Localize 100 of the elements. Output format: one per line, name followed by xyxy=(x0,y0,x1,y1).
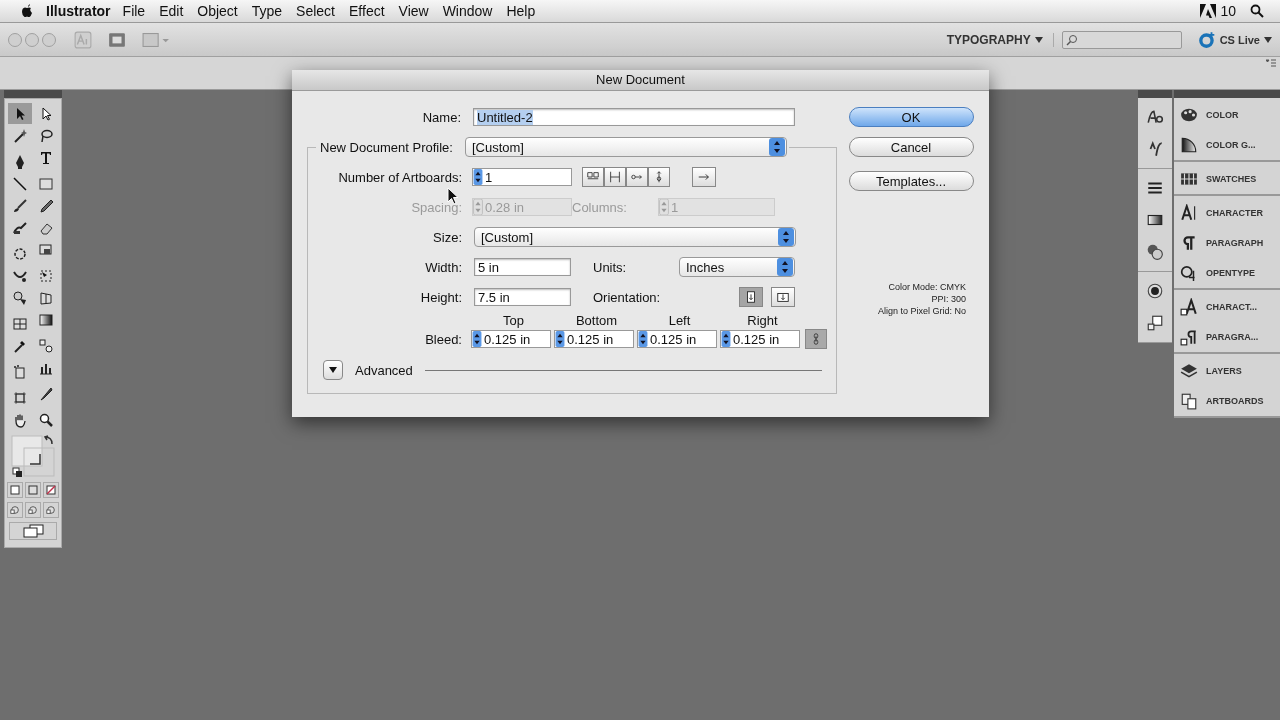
search-field[interactable] xyxy=(1061,30,1182,49)
templates-button[interactable]: Templates... xyxy=(848,171,974,191)
transparency-icon[interactable] xyxy=(1146,243,1164,261)
height-field[interactable]: 7.5 in xyxy=(474,288,571,306)
knife-icon xyxy=(38,385,54,402)
panel-tab[interactable]: CHARACT... xyxy=(1174,298,1280,316)
panel-tab[interactable]: CHARACTER xyxy=(1174,204,1280,222)
field-label: Name: xyxy=(421,109,462,125)
artboards-icon xyxy=(1180,392,1198,410)
name-field[interactable]: Untitled-2 xyxy=(473,108,795,126)
draw-mode-icon xyxy=(46,505,56,515)
color-button[interactable] xyxy=(7,482,23,498)
free-transform-icon xyxy=(38,267,54,284)
field-label: New Document Profile: xyxy=(320,139,454,155)
stepper-arrows-icon xyxy=(778,228,794,246)
layout-direction-button[interactable] xyxy=(692,167,716,187)
ok-button[interactable]: OK xyxy=(848,107,974,127)
bridge-icon[interactable] xyxy=(108,30,126,49)
none-button[interactable] xyxy=(43,482,59,498)
field-label: Spacing: xyxy=(410,199,463,215)
cs-live-menu[interactable]: CS Live xyxy=(1197,30,1272,49)
search-icon[interactable] xyxy=(1250,4,1264,18)
draw-mode-button[interactable] xyxy=(25,502,41,518)
units-dropdown[interactable]: Inches xyxy=(679,257,795,277)
paragraph-style-icon xyxy=(1180,328,1198,346)
field-label: Size: xyxy=(432,229,463,245)
bleed-field[interactable]: 0.125 in xyxy=(637,330,717,348)
field-label: Orientation: xyxy=(593,289,662,305)
lasso-icon xyxy=(38,127,54,144)
layout-button[interactable] xyxy=(626,167,648,187)
landscape-button[interactable] xyxy=(771,287,795,307)
bleed-field[interactable]: 0.125 in xyxy=(471,330,551,348)
panel-tab[interactable]: PARAGRAPH xyxy=(1174,234,1280,252)
palette-icon xyxy=(1180,106,1198,124)
dialog-title: New Document xyxy=(292,70,989,91)
menu-item[interactable]: View xyxy=(398,3,429,19)
adobe-icon[interactable] xyxy=(1200,4,1217,18)
panel-tab[interactable]: LAYERS xyxy=(1174,362,1280,380)
draw-mode-icon xyxy=(10,505,20,515)
screen-mode-button[interactable] xyxy=(9,522,57,540)
menu-item[interactable]: Select xyxy=(296,3,335,19)
field-label: Units: xyxy=(593,259,628,275)
rotate-icon xyxy=(12,245,28,262)
tool-button[interactable] xyxy=(8,103,32,124)
menu-item[interactable]: Type xyxy=(251,3,283,19)
menu-item[interactable]: Object xyxy=(197,3,238,19)
draw-mode-icon xyxy=(28,505,38,515)
typography-icon[interactable] xyxy=(1146,108,1164,126)
stepper-icon xyxy=(473,169,483,185)
gradient-button[interactable] xyxy=(25,482,41,498)
panel-tab[interactable]: ARTBOARDS xyxy=(1174,392,1280,410)
perspective-grid-icon xyxy=(38,289,54,306)
layout-button[interactable] xyxy=(582,167,604,187)
panel-menu-icon[interactable] xyxy=(1266,59,1276,67)
portrait-button[interactable] xyxy=(739,287,763,307)
field-label: Width: xyxy=(424,259,463,275)
menu-item[interactable]: Effect xyxy=(349,3,385,19)
caret-icon xyxy=(1264,36,1272,43)
caret-icon xyxy=(1034,36,1043,43)
draw-mode-button[interactable] xyxy=(7,502,23,518)
draw-mode-button[interactable] xyxy=(43,502,59,518)
menu-item[interactable]: File xyxy=(122,3,146,19)
menu-item[interactable]: Window xyxy=(442,3,493,19)
menu-item[interactable]: Edit xyxy=(159,3,184,19)
panel-tab[interactable]: PARAGRA... xyxy=(1174,328,1280,346)
appearance-icon[interactable] xyxy=(1146,282,1164,300)
profile-dropdown[interactable]: [Custom] xyxy=(464,137,787,157)
panel-tab[interactable]: OPENTYPE xyxy=(1174,264,1280,282)
link-bleed-button[interactable] xyxy=(805,329,827,349)
column-heading: Bottom xyxy=(574,314,619,328)
menu-item[interactable]: Help xyxy=(506,3,536,19)
column-heading: Left xyxy=(667,314,692,328)
swatches-icon xyxy=(1180,170,1198,188)
width-field[interactable]: 5 in xyxy=(474,258,571,276)
screen-mode-icon xyxy=(21,524,45,538)
layout-button[interactable] xyxy=(648,167,670,187)
stepper-icon xyxy=(659,199,669,215)
apple-icon[interactable] xyxy=(20,3,34,19)
disclosure-button[interactable] xyxy=(323,360,343,380)
bleed-field[interactable]: 0.125 in xyxy=(720,330,800,348)
app-menu[interactable]: Illustrator xyxy=(46,3,111,19)
wand-icon xyxy=(12,127,28,144)
triangle-icon xyxy=(328,366,338,374)
artboards-field[interactable]: 1 xyxy=(472,168,572,186)
panel-tab[interactable]: COLOR xyxy=(1174,106,1280,124)
layout-button[interactable] xyxy=(604,167,626,187)
info-text: Color Mode: CMYK xyxy=(888,281,966,293)
panel-tab[interactable]: COLOR G... xyxy=(1174,136,1280,154)
cancel-button[interactable]: Cancel xyxy=(848,137,974,157)
pencil-icon xyxy=(38,197,54,214)
size-dropdown[interactable]: [Custom] xyxy=(474,227,796,247)
mesh-icon xyxy=(12,315,28,332)
square-icon xyxy=(28,485,38,495)
stepper-icon xyxy=(473,199,483,215)
fill-stroke-icon[interactable] xyxy=(10,434,56,478)
workspace-switcher[interactable]: TYPOGRAPHY xyxy=(946,32,1054,47)
scale-icon xyxy=(38,241,54,258)
bleed-field[interactable]: 0.125 in xyxy=(554,330,634,348)
symbols-icon[interactable] xyxy=(1146,314,1164,332)
landscape-icon xyxy=(776,290,790,304)
